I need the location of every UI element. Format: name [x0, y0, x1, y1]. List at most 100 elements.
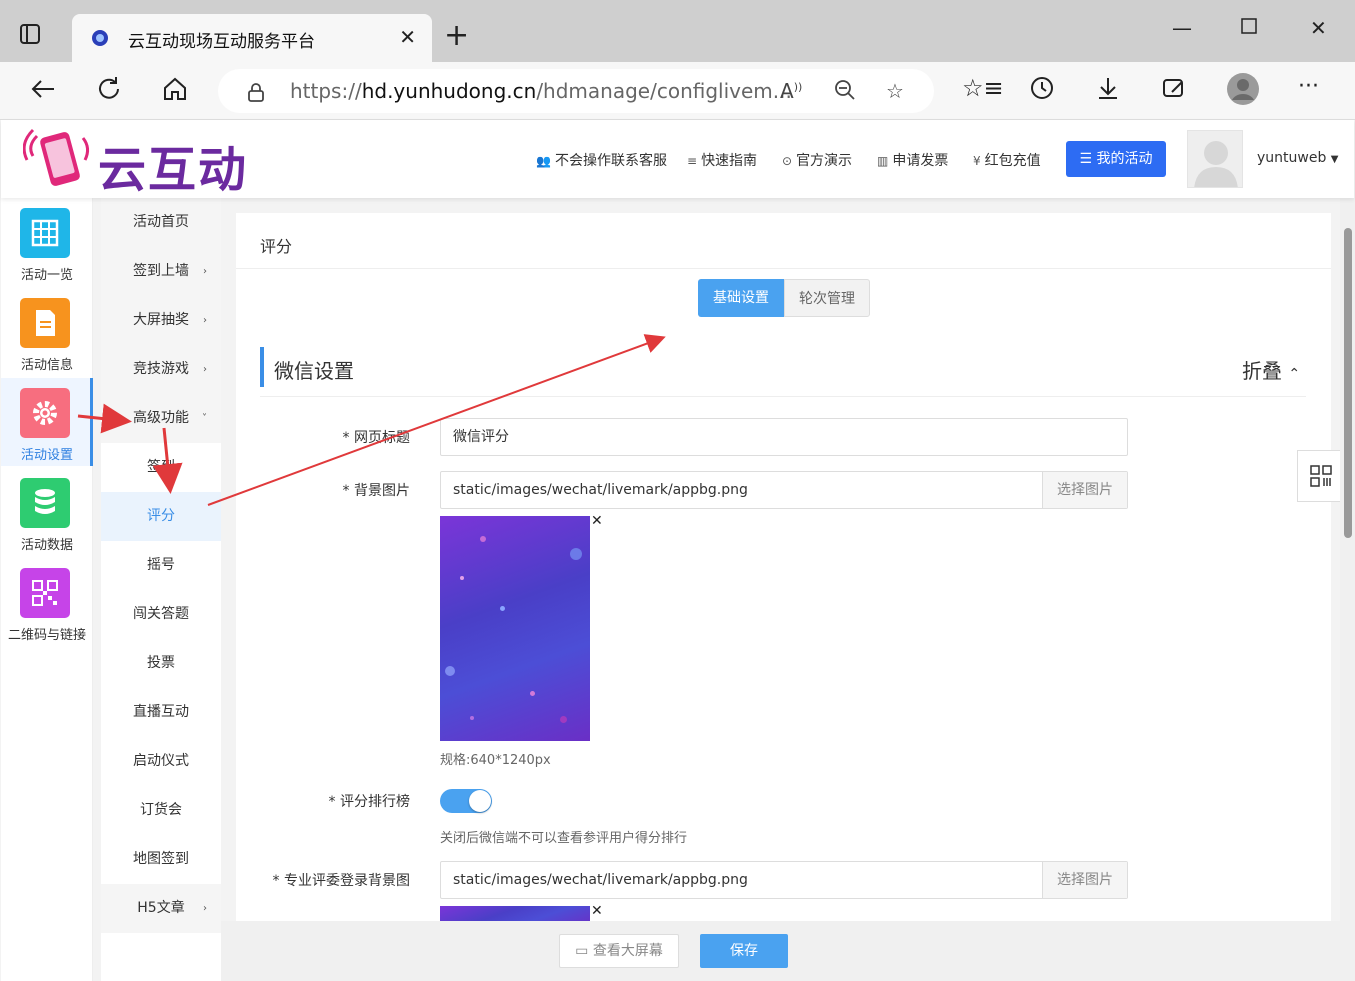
new-tab-icon[interactable]: + [444, 21, 469, 51]
home-icon[interactable] [160, 74, 194, 108]
chevron-right-icon: › [203, 364, 207, 375]
rank-toggle[interactable] [440, 789, 492, 813]
submenu-item-map-checkin[interactable]: 地图签到 [101, 835, 221, 884]
favorites-icon[interactable]: ☆≡ [962, 74, 1004, 108]
app-header: 云互动 👥 不会操作联系客服 ≡ 快速指南 ⊙ 官方演示 ▥ 申请发票 ¥ 红包充值 ☰ … [1, 120, 1354, 198]
view-big-screen-button[interactable]: ▭ 查看大屏幕 [559, 934, 679, 968]
page-scrollbar[interactable] [1340, 198, 1355, 981]
logo[interactable]: 云互动 [23, 126, 273, 198]
submenu-item-games[interactable]: 竞技游戏 › [101, 345, 221, 394]
submenu-item-launch-ceremony[interactable]: 启动仪式 [101, 737, 221, 786]
choose-image-button[interactable]: 选择图片 [1042, 472, 1127, 508]
iconbar-label: 活动一览 [20, 268, 73, 283]
submenu-item-vote[interactable]: 投票 [101, 639, 221, 688]
chevron-up-icon: ⌃ [1288, 366, 1301, 382]
submenu-item-live[interactable]: 直播互动 [101, 688, 221, 737]
tab-actions-icon[interactable] [18, 22, 56, 52]
divider [236, 268, 1331, 269]
fold-button[interactable]: 折叠 ⌃ [1242, 355, 1300, 384]
my-activity-button[interactable]: ☰ 我的活动 [1066, 141, 1166, 177]
iconbar-item-activity-data[interactable]: 活动数据 [1, 468, 93, 556]
submenu-item-scoring[interactable]: 评分 [101, 492, 221, 541]
section-title: 微信设置 [274, 359, 354, 383]
zoom-out-icon[interactable] [834, 79, 856, 106]
remove-image-icon[interactable]: ✕ [591, 513, 603, 529]
submenu-item-order-meeting[interactable]: 订货会 [101, 786, 221, 835]
remove-image-icon[interactable]: ✕ [591, 903, 603, 919]
iconbar-item-activity-list[interactable]: 活动一览 [1, 198, 93, 286]
tab-close-icon[interactable]: ✕ [399, 25, 416, 49]
collections-icon[interactable] [1160, 74, 1194, 108]
user-plus-icon: 👥 [536, 154, 551, 168]
username-dropdown[interactable]: yuntuweb ▼ [1257, 150, 1339, 166]
chevron-down-icon: ˅ [202, 413, 207, 424]
contact-support-link[interactable]: 👥 不会操作联系客服 [536, 150, 667, 170]
refresh-icon[interactable] [94, 74, 128, 108]
official-demo-link[interactable]: ⊙ 官方演示 [782, 150, 852, 170]
choose-image-button[interactable]: 选择图片 [1042, 862, 1127, 898]
close-window-icon[interactable]: ✕ [1310, 16, 1327, 40]
avatar[interactable] [1187, 130, 1243, 188]
chevron-right-icon: › [203, 315, 207, 326]
submenu-item-checkin-wall[interactable]: 签到上墙 › [101, 247, 221, 296]
site-favicon-icon [90, 28, 110, 48]
sub-menu: 活动首页 签到上墙 › 大屏抽奖 › 竞技游戏 › 高级功能 ˅ 签到 评分 摇号 闯关… [101, 198, 221, 981]
download-icon[interactable] [1094, 74, 1128, 108]
page-title: 评分 [260, 237, 293, 256]
rank-label: * 评分排行榜 [328, 794, 410, 810]
tab-round-management[interactable]: 轮次管理 [784, 279, 870, 317]
back-icon[interactable] [28, 74, 62, 108]
laptop-icon: ▭ [575, 943, 593, 959]
profile-avatar-icon[interactable] [1226, 72, 1260, 106]
iconbar-item-activity-info[interactable]: 活动信息 [1, 288, 93, 376]
iconbar-label: 二维码与链接 [7, 628, 86, 643]
divider [260, 396, 1306, 397]
browser-tab[interactable]: 云互动现场互动服务平台 ✕ [72, 14, 432, 62]
address-toolbar: https://hd.yunhudong.cn/hdmanage/configl… [0, 62, 1355, 120]
scrollbar-thumb[interactable] [1344, 228, 1352, 538]
iconbar-item-qrcode-link[interactable]: 二维码与链接 [1, 558, 93, 646]
url-text: https://hd.yunhudong.cn/hdmanage/configl… [290, 79, 792, 103]
read-aloud-icon[interactable]: A)) [780, 79, 802, 103]
bg-image-preview [440, 516, 590, 741]
judge-bg-label: * 专业评委登录背景图 [272, 873, 410, 889]
submenu-item-advanced[interactable]: 高级功能 ˅ [101, 394, 221, 443]
play-circle-icon: ⊙ [782, 154, 793, 168]
submenu-item-quiz[interactable]: 闯关答题 [101, 590, 221, 639]
tab-basic-settings[interactable]: 基础设置 [698, 279, 784, 317]
judge-bg-path: static/images/wechat/livemark/appbg.png [453, 872, 748, 888]
bg-image-field[interactable]: static/images/wechat/livemark/appbg.png … [440, 471, 1128, 509]
iconbar-item-activity-settings[interactable]: 活动设置 [1, 378, 93, 466]
submenu-item-home[interactable]: 活动首页 [101, 198, 221, 247]
judge-bg-field[interactable]: static/images/wechat/livemark/appbg.png … [440, 861, 1128, 899]
page-title-label: * 网页标题 [342, 430, 410, 446]
document-icon [20, 298, 70, 348]
submenu-item-checkin[interactable]: 签到 [101, 443, 221, 492]
maximize-icon[interactable] [1240, 16, 1258, 40]
chevron-right-icon: › [203, 266, 207, 277]
lock-icon[interactable] [246, 82, 266, 106]
gear-icon [20, 388, 70, 438]
minimize-icon[interactable]: — [1172, 16, 1192, 40]
quick-guide-link[interactable]: ≡ 快速指南 [687, 150, 757, 170]
iconbar-label: 活动设置 [20, 448, 73, 463]
more-icon[interactable]: ··· [1298, 74, 1332, 108]
submenu-item-draw-number[interactable]: 摇号 [101, 541, 221, 590]
page-title-input[interactable]: 微信评分 [440, 418, 1128, 456]
url-bar[interactable]: https://hd.yunhudong.cn/hdmanage/configl… [218, 69, 934, 113]
logo-text: 云互动 [98, 142, 249, 198]
invoice-link[interactable]: ▥ 申请发票 [877, 150, 948, 170]
judge-bg-preview [440, 906, 590, 921]
save-button[interactable]: 保存 [700, 934, 788, 968]
floating-qrcode-icon[interactable] [1297, 450, 1345, 502]
add-favorite-icon[interactable]: ☆ [886, 79, 904, 103]
submenu-item-h5-article[interactable]: H5文章 › [101, 884, 221, 933]
history-icon[interactable] [1028, 74, 1062, 108]
red-packet-recharge-link[interactable]: ¥ 红包充值 [973, 150, 1041, 170]
submenu-item-lottery[interactable]: 大屏抽奖 › [101, 296, 221, 345]
main-panel: 评分 基础设置 轮次管理 微信设置 折叠 ⌃ * 网页标题 微信评分 * 背景图… [236, 213, 1331, 921]
browser-tabbar: 云互动现场互动服务平台 ✕ + — ✕ [0, 0, 1355, 62]
spec-hint: 规格:640*1240px [440, 753, 551, 768]
grid-icon [20, 208, 70, 258]
iconbar-label: 活动信息 [20, 358, 73, 373]
